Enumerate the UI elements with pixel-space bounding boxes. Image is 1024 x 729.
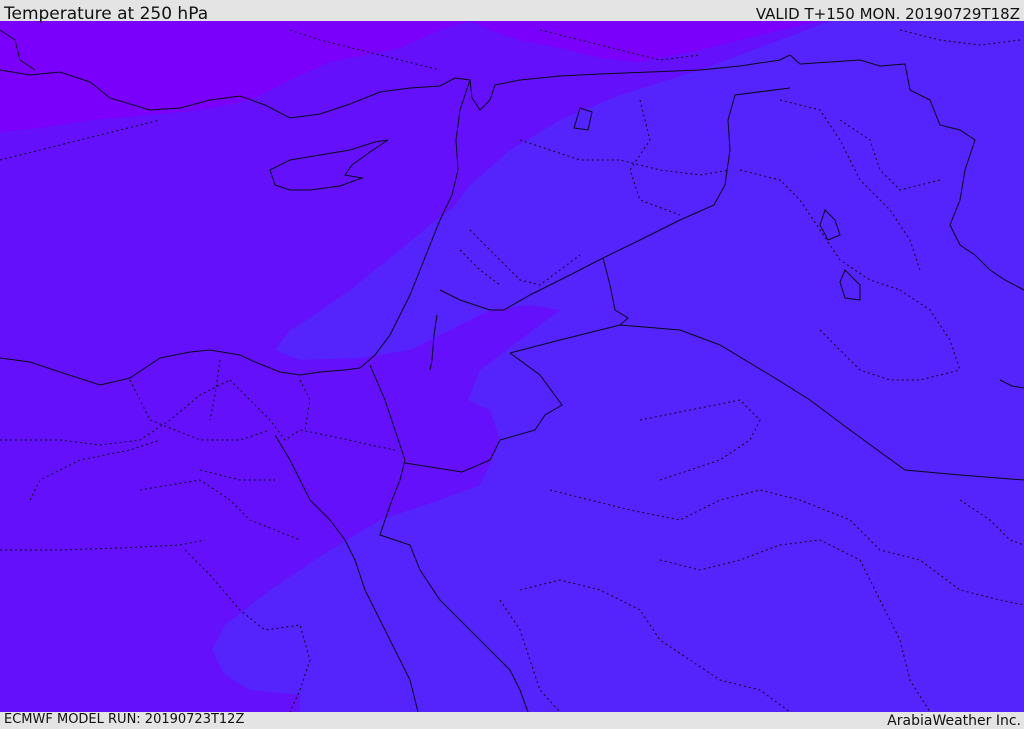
model-run-label: ECMWF MODEL RUN: 20190723T12Z <box>4 712 245 727</box>
map-title: Temperature at 250 hPa <box>4 4 209 24</box>
valid-time: VALID T+150 MON. 20190729T18Z <box>755 5 1020 23</box>
map-canvas <box>0 21 1024 712</box>
credit-label: ArabiaWeather Inc. <box>887 713 1021 729</box>
temperature-map <box>0 21 1024 712</box>
weather-map-frame: Temperature at 250 hPa VALID T+150 MON. … <box>0 0 1024 729</box>
footer-bar: ECMWF MODEL RUN: 20190723T12Z ArabiaWeat… <box>0 712 1024 729</box>
